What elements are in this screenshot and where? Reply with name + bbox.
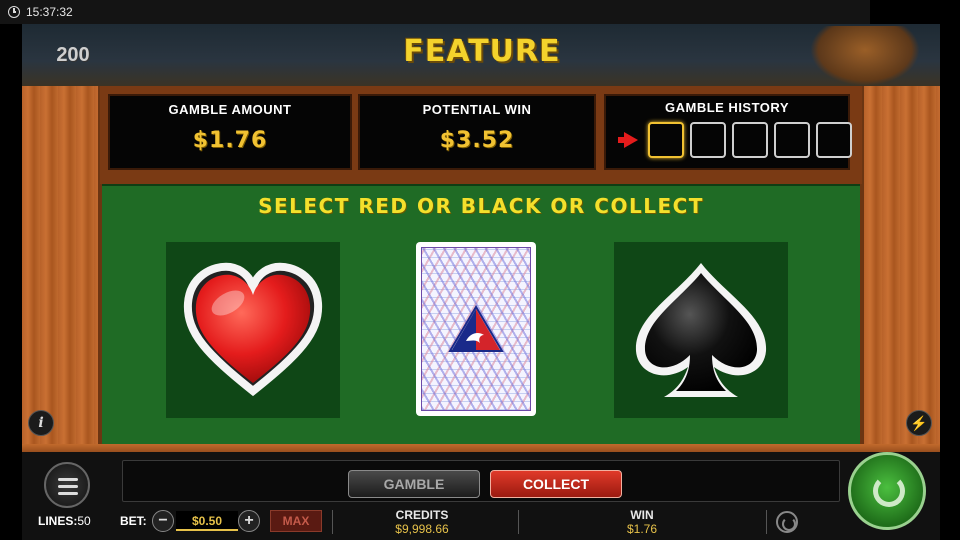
credits-display: CREDITS $9,998.66 <box>362 508 482 536</box>
history-slot <box>648 122 684 158</box>
feature-logo: FEATURE <box>402 36 562 84</box>
gamble-history-label: GAMBLE HISTORY <box>664 100 789 115</box>
gamble-amount-value: $1.76 <box>192 128 268 153</box>
multiplier-badge: 200 <box>48 44 98 84</box>
card-back-pattern <box>421 247 531 411</box>
spade-icon <box>635 263 767 397</box>
badge-value: 200 <box>56 44 90 66</box>
gamble-amount-panel: GAMBLE AMOUNT $1.76 <box>108 94 352 170</box>
gamble-button[interactable]: GAMBLE <box>348 470 480 498</box>
status-time: 15:37:32 <box>26 5 73 19</box>
autoplay-icon[interactable] <box>776 511 798 533</box>
gamble-history-panel: GAMBLE HISTORY <box>604 94 852 170</box>
credits-label: CREDITS <box>395 508 449 522</box>
menu-bar <box>58 492 78 495</box>
top-banner-strip: 200 FEATURE <box>22 24 940 86</box>
lines-indicator: LINES:50 <box>38 514 91 528</box>
red-choice-button[interactable] <box>166 242 340 418</box>
bet-decrease-button[interactable]: − <box>152 510 174 532</box>
menu-button[interactable] <box>44 462 90 508</box>
bet-label: BET: <box>120 514 147 528</box>
face-down-card <box>416 242 536 416</box>
gamble-history-row <box>612 122 852 158</box>
divider <box>332 510 333 534</box>
potential-win-panel: POTENTIAL WIN $3.52 <box>358 94 596 170</box>
max-bet-button[interactable]: MAX <box>270 510 322 532</box>
history-slot <box>816 122 852 158</box>
bottom-info-bar: LINES:50 BET: − $0.50 + MAX CREDITS $9,9… <box>22 508 940 540</box>
divider <box>518 510 519 534</box>
black-choice-button[interactable] <box>614 242 788 418</box>
lightning-icon[interactable]: ⚡ <box>906 410 932 436</box>
arrow-right-icon <box>618 132 638 148</box>
lines-value: 50 <box>77 514 91 528</box>
menu-bar <box>58 478 78 481</box>
history-slot <box>774 122 810 158</box>
history-slot <box>690 122 726 158</box>
gamble-amount-label: GAMBLE AMOUNT <box>168 102 292 117</box>
heart-icon <box>183 262 323 397</box>
gamble-table: SELECT RED OR BLACK OR COLLECT <box>102 184 860 446</box>
collect-button[interactable]: COLLECT <box>490 470 622 498</box>
menu-bar <box>58 485 78 488</box>
button-tray <box>122 460 840 502</box>
status-bar: 15:37:32 <box>0 0 870 24</box>
lines-label: LINES: <box>38 514 78 528</box>
wood-frame-right <box>860 86 940 446</box>
win-display: WIN $1.76 <box>582 508 702 536</box>
potential-win-value: $3.52 <box>439 128 515 153</box>
credits-value: $9,998.66 <box>395 522 449 536</box>
lion-image <box>810 26 920 86</box>
info-icon[interactable]: i <box>28 410 54 436</box>
bet-value: $0.50 <box>176 511 238 531</box>
win-label: WIN <box>630 508 654 522</box>
bet-increase-button[interactable]: + <box>238 510 260 532</box>
feature-logo-title: FEATURE <box>403 34 561 69</box>
refresh-icon <box>873 475 905 507</box>
win-value: $1.76 <box>626 522 658 536</box>
divider <box>766 510 767 534</box>
control-console: GAMBLE COLLECT LINES:50 BET: − $0.50 + M… <box>22 452 940 540</box>
clock-icon <box>8 6 20 18</box>
potential-win-label: POTENTIAL WIN <box>422 102 532 117</box>
card-logo-icon <box>448 305 504 352</box>
gamble-prompt: SELECT RED OR BLACK OR COLLECT <box>258 194 704 218</box>
history-slot <box>732 122 768 158</box>
wood-frame-left <box>22 86 102 446</box>
